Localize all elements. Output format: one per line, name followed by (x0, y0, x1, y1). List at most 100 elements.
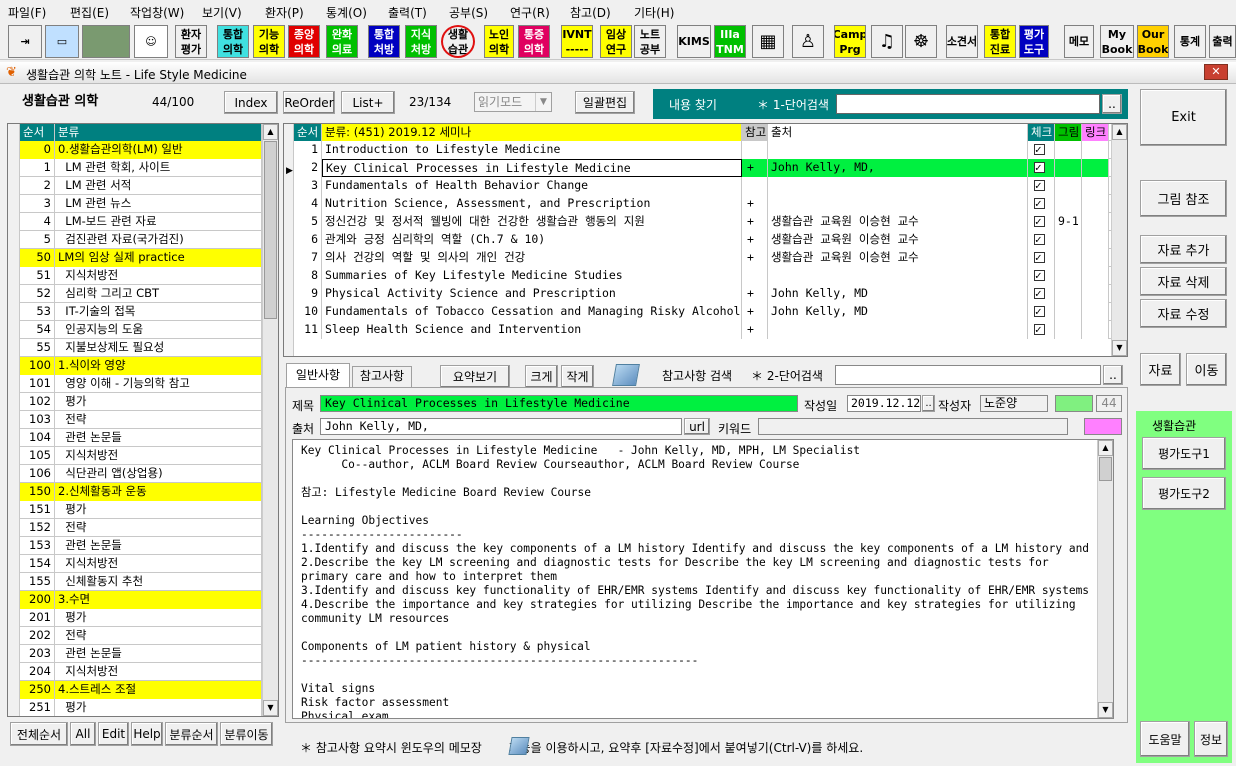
toolbar-button-17[interactable]: 통합 진료 (984, 25, 1016, 58)
summary-view-button[interactable]: 요약보기 (440, 365, 510, 388)
toolbar-button-4[interactable]: 완화 의료 (326, 25, 358, 58)
category-row[interactable]: 154 지식처방전 (20, 555, 262, 573)
category-row[interactable]: 54 인공지능의 도움 (20, 321, 262, 339)
assessment-tool-2-button[interactable]: 평가도구2 (1142, 477, 1226, 510)
left-button-3[interactable]: Help (131, 722, 163, 746)
author-field[interactable]: 노준양 (980, 395, 1048, 412)
toolbar-button-10[interactable]: IVNT ----- (561, 25, 593, 58)
category-row[interactable]: 102 평가 (20, 393, 262, 411)
list-plus-button[interactable]: List+ (341, 91, 395, 114)
checkbox[interactable] (1034, 231, 1045, 248)
toolbar-button-14[interactable]: IIIa TNM (714, 25, 746, 58)
figure-icon[interactable]: ♙ (792, 25, 824, 58)
left-button-1[interactable]: All (70, 722, 96, 746)
date-picker-button[interactable]: .. (922, 395, 935, 412)
date-field[interactable]: 2019.12.12 (847, 395, 921, 412)
menu-item-7[interactable]: 공부(S) (449, 4, 488, 21)
toolbar-button-22[interactable]: 통계 (1174, 25, 1206, 58)
category-row[interactable]: 151 평가 (20, 501, 262, 519)
grid-icon[interactable]: ▦ (752, 25, 784, 58)
source-field[interactable]: John Kelly, MD, (320, 418, 682, 435)
toolbar-button-11[interactable]: 임상 연구 (600, 25, 632, 58)
category-row[interactable]: 53 IT-기술의 접목 (20, 303, 262, 321)
checkbox[interactable] (1034, 303, 1045, 320)
category-row[interactable]: 105 지식처방전 (20, 447, 262, 465)
monitor-icon[interactable]: ▭ (45, 25, 79, 58)
scroll-down-icon[interactable]: ▼ (263, 700, 278, 716)
read-mode-select[interactable]: 읽기모드 ▼ (474, 92, 552, 112)
landscape-icon[interactable] (82, 25, 130, 58)
toolbar-button-18[interactable]: 평가 도구 (1019, 25, 1049, 58)
checkbox[interactable] (1034, 195, 1045, 212)
doctor-icon[interactable]: ☺ (134, 25, 168, 58)
category-row[interactable]: 0 0.생활습관의학(LM) 일반 (20, 141, 262, 159)
scroll-up-icon[interactable]: ▲ (1098, 440, 1113, 456)
category-row[interactable]: 153 관련 논문들 (20, 537, 262, 555)
checkbox[interactable] (1034, 267, 1045, 284)
category-row[interactable]: 55 지불보상제도 필요성 (20, 339, 262, 357)
category-row[interactable]: 101 영양 이해 - 기능의학 참고 (20, 375, 262, 393)
toolbar-button-1[interactable]: 통합 의학 (217, 25, 249, 58)
menu-item-8[interactable]: 연구(R) (510, 4, 550, 21)
scroll-thumb[interactable] (264, 141, 277, 319)
checkbox[interactable] (1034, 249, 1045, 266)
scroll-thumb[interactable] (1099, 457, 1112, 481)
category-row[interactable]: 103 전략 (20, 411, 262, 429)
meditation-icon[interactable]: ☸ (905, 25, 937, 58)
menu-item-10[interactable]: 기타(H) (634, 4, 674, 21)
scroll-up-icon[interactable]: ▲ (263, 124, 278, 140)
category-row[interactable]: 106 식단관리 앱(상업용) (20, 465, 262, 483)
notes-scrollbar[interactable]: ▲ ▼ (1111, 124, 1127, 356)
checkbox[interactable] (1034, 285, 1045, 302)
content-search-input[interactable] (836, 94, 1100, 114)
category-row[interactable]: 52 심리학 그리고 CBT (20, 285, 262, 303)
content-search-button[interactable]: .. (1102, 94, 1122, 114)
checkbox[interactable] (1034, 177, 1045, 194)
checkbox[interactable] (1034, 141, 1045, 158)
note-row[interactable]: 4 Nutrition Science, Assessment, and Pres… (294, 195, 1111, 213)
tab-general[interactable]: 일반사항 (286, 363, 350, 387)
tab-reference[interactable]: 참고사항 (352, 366, 412, 387)
notepad-icon[interactable] (612, 364, 640, 386)
category-row[interactable]: 5 검진관련 자료(국가검진) (20, 231, 262, 249)
category-row[interactable]: 1 LM 관련 학회, 사이트 (20, 159, 262, 177)
note-body-scrollbar[interactable]: ▲ ▼ (1097, 440, 1113, 718)
exit-button[interactable]: Exit (1140, 89, 1227, 146)
assessment-tool-1-button[interactable]: 평가도구1 (1142, 437, 1226, 470)
menu-item-9[interactable]: 참고(D) (570, 4, 611, 21)
exit-door-icon[interactable]: ⇥ (8, 25, 42, 58)
toolbar-button-0[interactable]: 환자 평가 (175, 25, 207, 58)
scroll-up-icon[interactable]: ▲ (1112, 124, 1127, 140)
url-button[interactable]: url (684, 418, 710, 435)
note-row[interactable]: 8 Summaries of Key Lifestyle Medicine Stu… (294, 267, 1111, 285)
music-icon[interactable]: ♫ (871, 25, 903, 58)
toolbar-button-9[interactable]: 통증 의학 (518, 25, 550, 58)
menu-item-2[interactable]: 작업창(W) (130, 4, 184, 21)
toolbar-button-6[interactable]: 지식 처방 (405, 25, 437, 58)
toolbar-button-19[interactable]: 메모 (1064, 25, 1094, 58)
reorder-button[interactable]: ReOrder (283, 91, 335, 114)
category-row[interactable]: 100 1.식이와 영양 (20, 357, 262, 375)
toolbar-button-20[interactable]: My Book (1100, 25, 1134, 58)
note-row[interactable]: 7 의사 건강의 역할 및 의사의 개인 건강 + 생활습관 교육원 이승현 교수 (294, 249, 1111, 267)
help-button[interactable]: 도움말 (1140, 721, 1190, 757)
category-row[interactable]: 152 전략 (20, 519, 262, 537)
note-row[interactable]: 3 Fundamentals of Health Behavior Change (294, 177, 1111, 195)
toolbar-button-15[interactable]: Camp Prg (834, 25, 866, 58)
category-row[interactable]: 251 평가 (20, 699, 262, 716)
toolbar-button-16[interactable]: 소견서 (946, 25, 978, 58)
note-row[interactable]: 10 Fundamentals of Tobacco Cessation and … (294, 303, 1111, 321)
toolbar-button-2[interactable]: 기능 의학 (253, 25, 285, 58)
toolbar-button-3[interactable]: 종양 의학 (288, 25, 320, 58)
menu-item-0[interactable]: 파일(F) (8, 4, 46, 21)
bigger-font-button[interactable]: 크게 (525, 365, 558, 388)
category-row[interactable]: 250 4.스트레스 조절 (20, 681, 262, 699)
menu-item-5[interactable]: 통계(O) (326, 4, 367, 21)
toolbar-button-8[interactable]: 노인 의학 (484, 25, 514, 58)
checkbox[interactable] (1034, 213, 1045, 230)
info-button[interactable]: 정보 (1194, 721, 1228, 757)
delete-data-button[interactable]: 자료 삭제 (1140, 267, 1227, 296)
toolbar-button-5[interactable]: 통합 처방 (368, 25, 400, 58)
scroll-down-icon[interactable]: ▼ (1112, 340, 1127, 356)
menu-item-1[interactable]: 편집(E) (70, 4, 109, 21)
